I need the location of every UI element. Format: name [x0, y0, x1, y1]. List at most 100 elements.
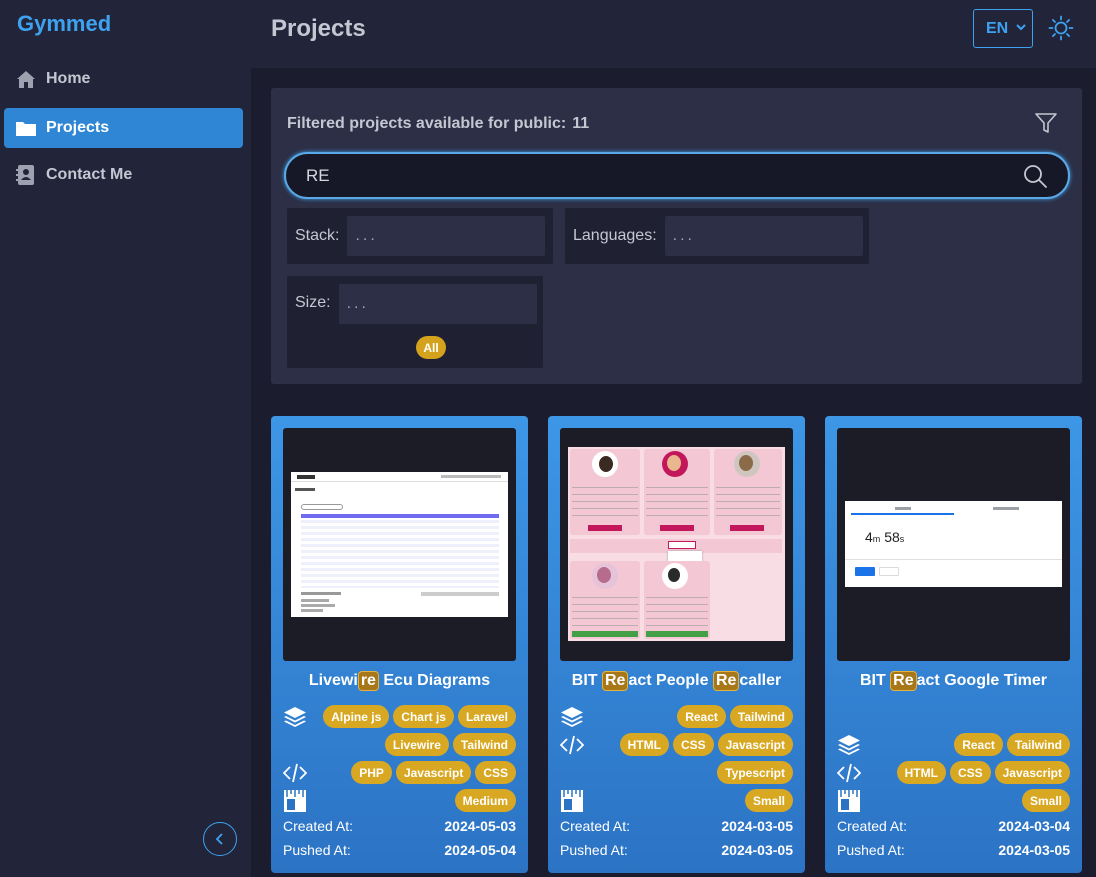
layers-icon [561, 707, 583, 727]
filtered-count-label: Filtered projects available for public: [287, 115, 567, 132]
stack-filter-label: Stack: [295, 227, 340, 244]
stack-tag[interactable]: Tailwind [729, 705, 793, 728]
project-card[interactable]: 4m 58s BIT Re act Google Timer React Tail… [825, 416, 1082, 873]
created-at-value: 2024-03-04 [998, 818, 1070, 834]
stack-tag[interactable]: React [677, 705, 726, 728]
ruler-icon [838, 790, 860, 812]
title-text: act People [628, 672, 713, 689]
sidebar-item-contact[interactable]: Contact Me [4, 155, 243, 195]
size-row: Small [560, 789, 793, 812]
sun-icon[interactable] [1048, 15, 1074, 41]
project-card[interactable]: BIT Re act People Re caller React Tailwind… [548, 416, 805, 873]
created-at-label: Created At: [283, 818, 354, 834]
stack-tag[interactable]: Chart js [393, 705, 454, 728]
created-at: Created At: 2024-03-05 [560, 818, 793, 834]
filter-panel: Filtered projects available for public: 1… [271, 88, 1082, 384]
sidebar-item-projects[interactable]: Projects [4, 108, 243, 148]
language-tags-row-2: Typescript [560, 761, 793, 784]
pushed-at: Pushed At: 2024-03-05 [560, 842, 793, 858]
language-tag[interactable]: HTML [619, 733, 669, 756]
language-tag[interactable]: HTML [896, 761, 946, 784]
timer-display: 4m 58s [865, 529, 904, 545]
collapse-sidebar-button[interactable] [203, 822, 237, 856]
stack-tag[interactable]: Tailwind [452, 733, 516, 756]
language-tags-row: HTML CSS Javascript [837, 761, 1070, 784]
language-tags-row-1: HTML CSS Javascript [560, 733, 793, 756]
size-all-badge[interactable]: All [416, 336, 446, 359]
top-header: Projects EN [251, 0, 1096, 68]
project-title[interactable]: BIT Re act Google Timer [825, 671, 1082, 691]
created-at-label: Created At: [560, 818, 631, 834]
stack-tag[interactable]: Livewire [384, 733, 449, 756]
language-tag[interactable]: Javascript [994, 761, 1070, 784]
language-tag[interactable]: Typescript [717, 761, 793, 784]
livewire-screenshot [291, 472, 508, 617]
filtered-count-value: 11 [572, 115, 590, 132]
pushed-at: Pushed At: 2024-03-05 [837, 842, 1070, 858]
google-timer-screenshot: 4m 58s [845, 501, 1062, 587]
title-text: Ecu Diagrams [378, 672, 491, 689]
stack-tag[interactable]: Tailwind [1006, 733, 1070, 756]
timer-seconds-unit: s [899, 534, 905, 544]
created-at-label: Created At: [837, 818, 908, 834]
language-tag[interactable]: CSS [672, 733, 714, 756]
language-tag[interactable]: PHP [351, 761, 392, 784]
created-at-value: 2024-05-03 [444, 818, 516, 834]
folder-icon [15, 117, 37, 139]
size-tag[interactable]: Small [1021, 789, 1070, 812]
project-thumbnail [560, 428, 793, 661]
sidebar-item-home[interactable]: Home [4, 59, 243, 99]
pushed-at-label: Pushed At: [283, 842, 351, 858]
size-filter-input[interactable]: ... [338, 284, 537, 324]
languages-filter-input[interactable]: ... [664, 216, 863, 256]
ruler-icon [284, 790, 306, 812]
pushed-at-value: 2024-03-05 [721, 842, 793, 858]
filtered-count: Filtered projects available for public: 1… [287, 115, 589, 133]
stack-filter: Stack: ... [287, 208, 553, 264]
created-at-value: 2024-03-05 [721, 818, 793, 834]
language-tag[interactable]: CSS [475, 761, 516, 784]
chevron-left-icon [215, 833, 223, 845]
pushed-at-value: 2024-03-05 [998, 842, 1070, 858]
language-tag[interactable]: CSS [949, 761, 991, 784]
sidebar: Gymmed Home Projects Contact Me [0, 0, 251, 877]
search-input[interactable] [306, 164, 1006, 188]
sidebar-item-label: Contact Me [46, 166, 133, 183]
timer-minutes-unit: m [872, 534, 881, 544]
language-tag[interactable]: Javascript [395, 761, 472, 784]
stack-tag[interactable]: Alpine js [323, 705, 390, 728]
stack-filter-input[interactable]: ... [347, 216, 546, 256]
language-tag[interactable]: Javascript [717, 733, 793, 756]
title-text: Livewi [308, 672, 358, 689]
search-icon[interactable] [1022, 163, 1048, 189]
search-box [284, 152, 1070, 199]
language-tags-row: PHP Javascript CSS [283, 761, 516, 784]
stack-tags-row: React Tailwind [837, 733, 1070, 756]
created-at: Created At: 2024-03-04 [837, 818, 1070, 834]
contact-book-icon [15, 164, 37, 186]
search-highlight: Re [890, 671, 917, 691]
stack-tags-row-2: Livewire Tailwind [283, 733, 516, 756]
project-card[interactable]: Livewi re Ecu Diagrams Alpine js Chart js… [271, 416, 528, 873]
size-tag[interactable]: Medium [454, 789, 516, 812]
size-tag[interactable]: Small [744, 789, 793, 812]
search-highlight: re [357, 671, 379, 691]
pushed-at: Pushed At: 2024-05-04 [283, 842, 516, 858]
project-thumbnail [283, 428, 516, 661]
filter-icon[interactable] [1033, 110, 1059, 136]
search-highlight: Re [712, 671, 740, 691]
code-icon [837, 763, 861, 783]
title-text: BIT [571, 672, 602, 689]
language-select[interactable]: EN [973, 9, 1033, 48]
project-title[interactable]: BIT Re act People Re caller [548, 671, 805, 691]
ruler-icon [561, 790, 583, 812]
stack-tag[interactable]: Laravel [457, 705, 516, 728]
chevron-down-icon [1016, 24, 1026, 31]
project-title[interactable]: Livewi re Ecu Diagrams [271, 671, 528, 691]
stack-tags-row: React Tailwind [560, 705, 793, 728]
size-row: Medium [283, 789, 516, 812]
brand-logo[interactable]: Gymmed [17, 11, 111, 37]
stack-tag[interactable]: React [954, 733, 1003, 756]
languages-filter: Languages: ... [565, 208, 869, 264]
pushed-at-label: Pushed At: [837, 842, 905, 858]
